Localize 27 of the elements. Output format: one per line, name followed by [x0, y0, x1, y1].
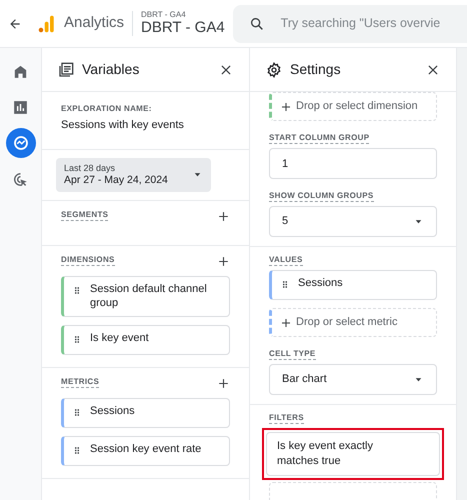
- section-label: VALUES: [269, 255, 303, 266]
- section-label: CELL TYPE: [269, 349, 316, 360]
- section-label: FILTERS: [269, 413, 304, 424]
- dropdown-select[interactable]: 5: [269, 206, 437, 237]
- panel-title: Settings: [290, 60, 342, 78]
- app-name: Analytics: [64, 14, 124, 33]
- dimension-chip[interactable]: Is key event: [61, 325, 230, 356]
- drop-zone[interactable]: Drop or select metric: [269, 308, 437, 337]
- dropdown-select[interactable]: Bar chart: [269, 364, 437, 395]
- section-label: METRICS: [61, 377, 100, 388]
- filter-chip[interactable]: Is key event exactly matches true: [266, 432, 440, 476]
- property-selector[interactable]: DBRT - GA4: [141, 18, 225, 36]
- section-label: SHOW COLUMN GROUPS: [269, 191, 374, 202]
- metric-chip[interactable]: Session key event rate: [61, 436, 230, 466]
- exploration-name-field[interactable]: Sessions with key events: [61, 119, 184, 133]
- section-label: EXPLORATION NAME:: [61, 104, 152, 115]
- account-name: DBRT - GA4: [141, 10, 186, 19]
- metric-chip[interactable]: Sessions: [61, 398, 230, 428]
- metric-chip[interactable]: Sessions: [269, 270, 437, 300]
- panel-title: Variables: [82, 60, 140, 78]
- date-range-picker[interactable]: Last 28 days Apr 27 - May 24, 2024: [56, 158, 211, 192]
- section-label: DIMENSIONS: [61, 254, 115, 266]
- dimension-chip[interactable]: Session default channel group: [61, 276, 230, 318]
- drop-zone[interactable]: Drop or select dimension: [269, 92, 437, 121]
- section-label: START COLUMN GROUP: [269, 133, 370, 144]
- section-label: SEGMENTS: [61, 210, 108, 221]
- number-input-field[interactable]: 1: [269, 148, 437, 179]
